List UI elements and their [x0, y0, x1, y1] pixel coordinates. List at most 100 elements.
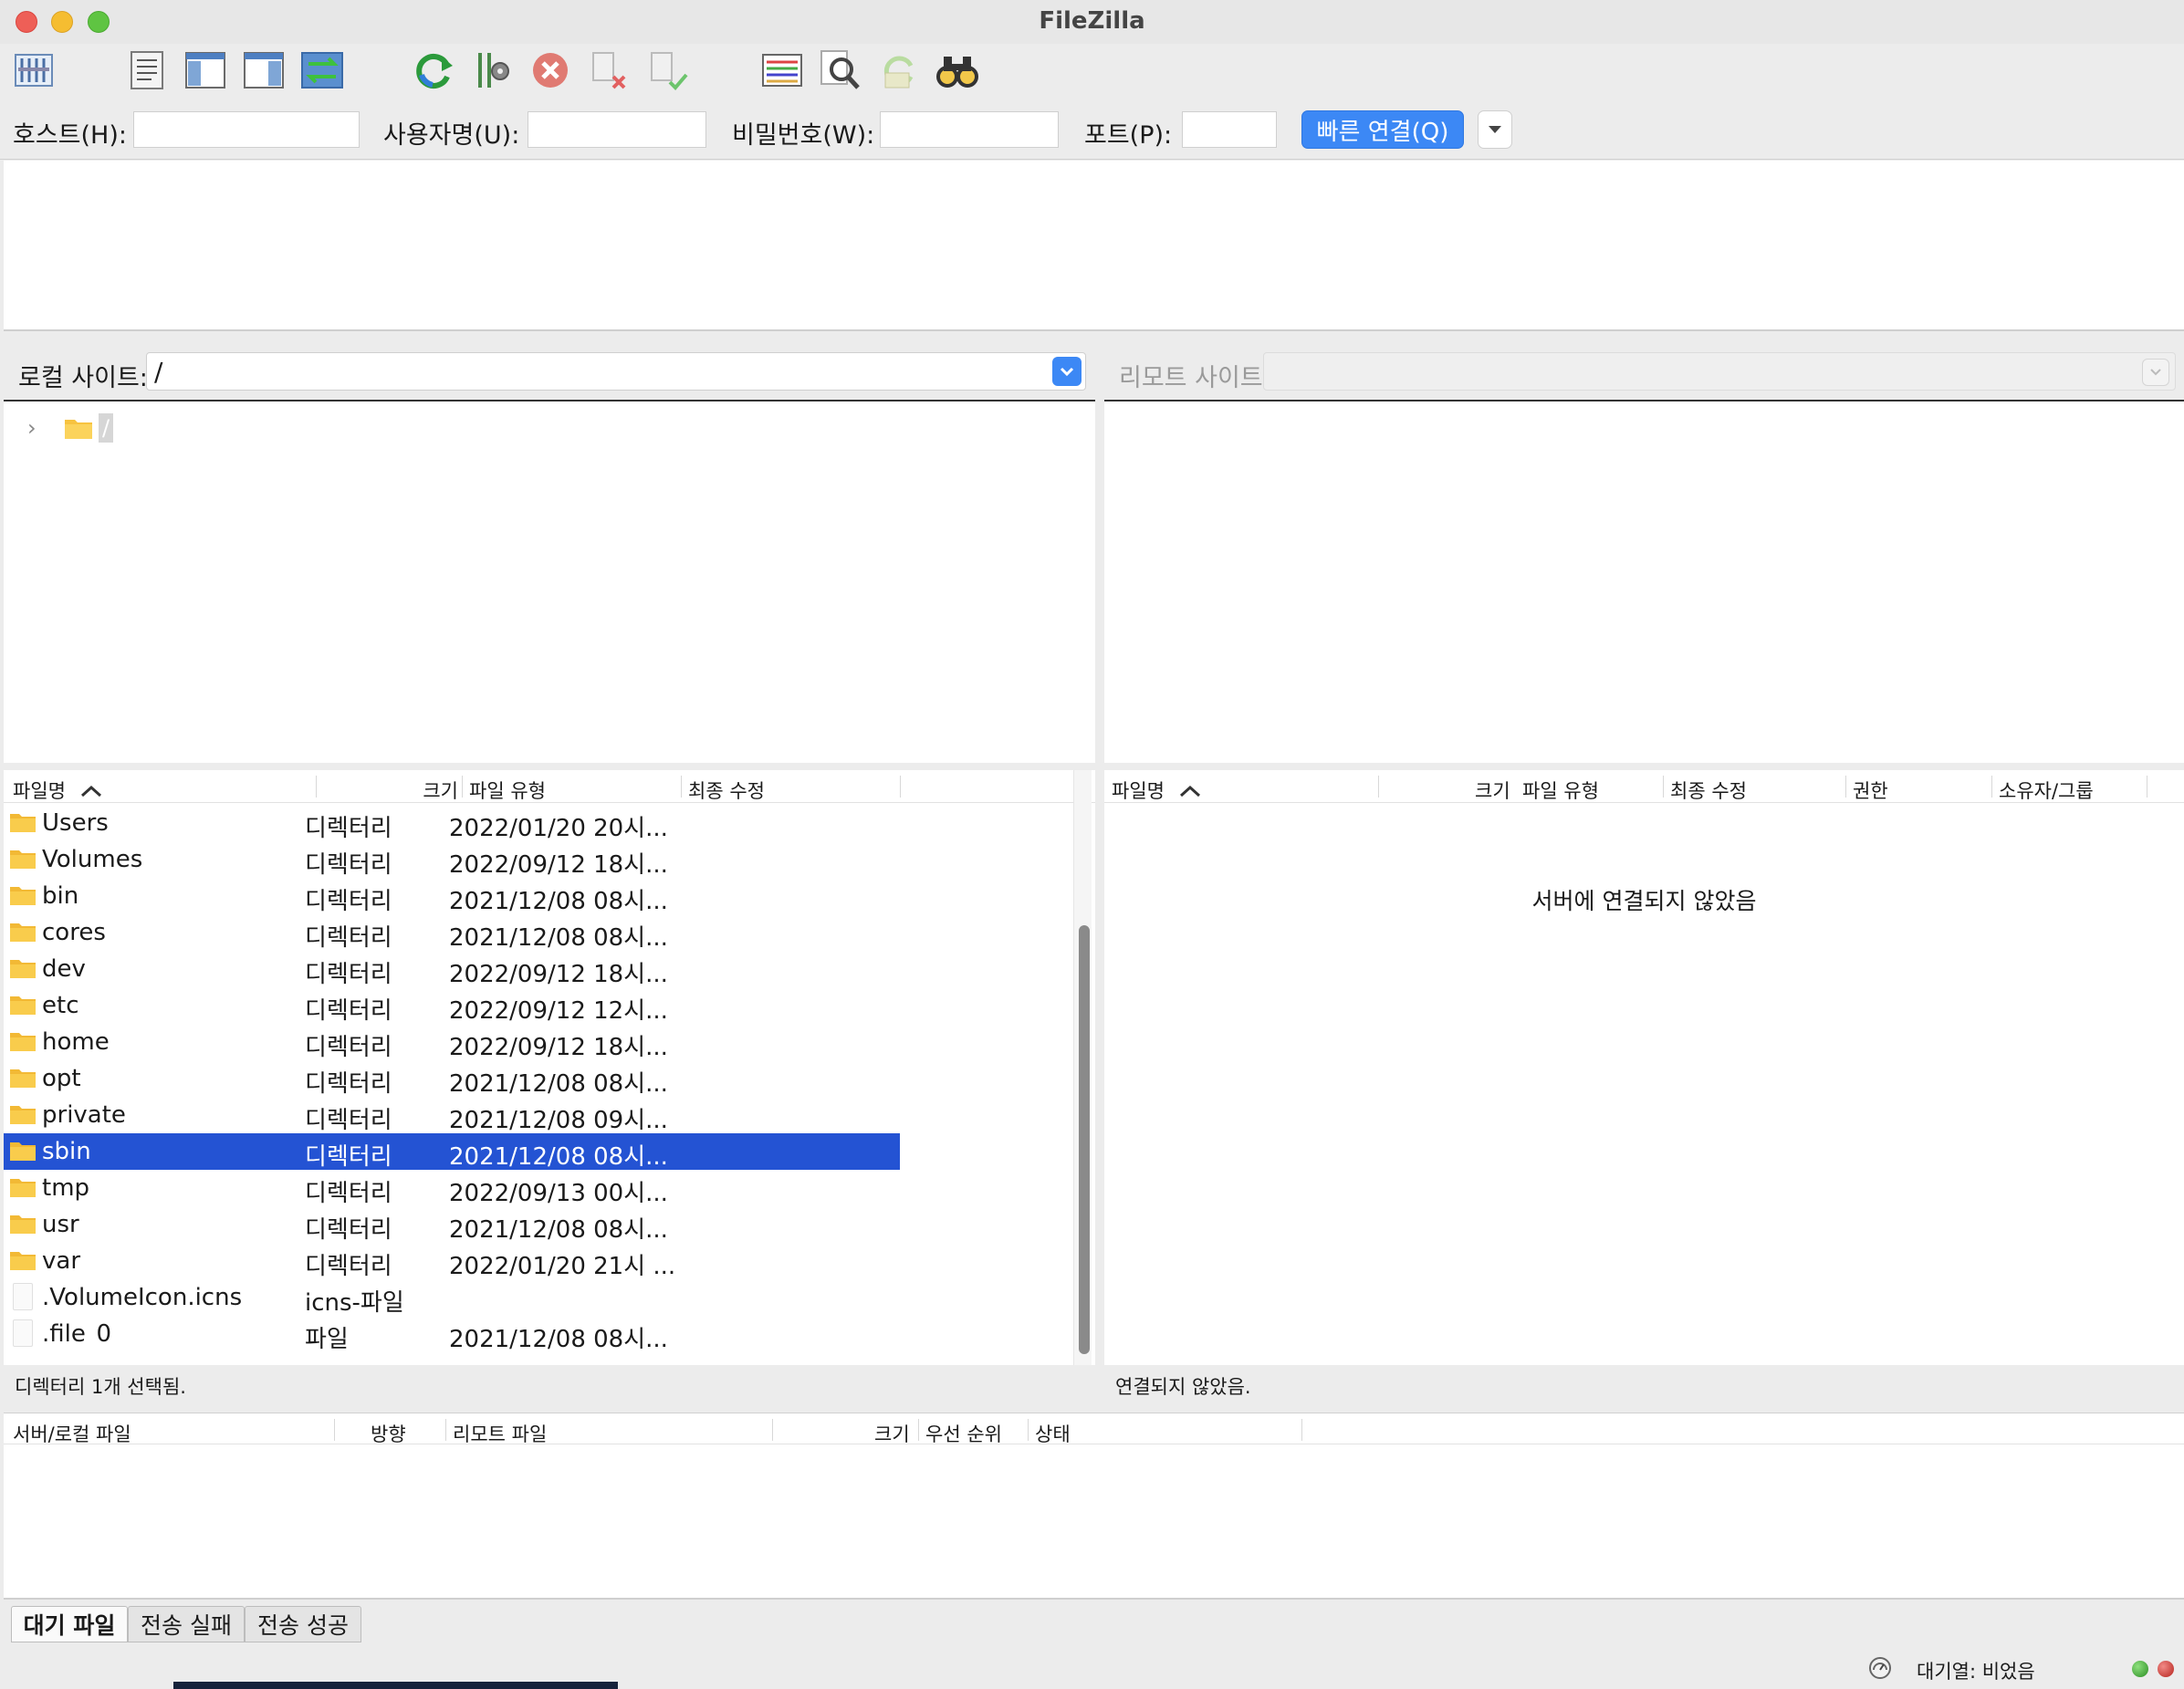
column-name-header[interactable]: 파일명: [1112, 777, 1202, 804]
tab-failed-transfers[interactable]: 전송 실패: [128, 1606, 245, 1642]
file-row[interactable]: Volumes 디렉터리 2022/09/12 18시...: [4, 841, 900, 879]
column-name-header[interactable]: 파일명: [13, 777, 103, 804]
username-input[interactable]: [528, 111, 706, 148]
file-row[interactable]: private 디렉터리 2021/12/08 09시...: [4, 1097, 900, 1134]
message-log-icon[interactable]: [122, 44, 172, 97]
column-modified-header[interactable]: 최종 수정: [688, 777, 765, 804]
file-row[interactable]: bin 디렉터리 2021/12/08 08시...: [4, 878, 900, 915]
toolbar: [0, 44, 2184, 100]
port-input[interactable]: [1182, 111, 1277, 148]
filezilla-window: FileZilla 호스트(H): 사용자명(U): 비밀번호(W): 포트(P…: [0, 0, 2184, 1689]
file-row[interactable]: var 디렉터리 2022/01/20 21시 ...: [4, 1243, 900, 1280]
chevron-down-icon[interactable]: [1052, 357, 1082, 386]
remote-directory-tree[interactable]: [1104, 400, 2184, 763]
queue-column-direction[interactable]: 방향: [371, 1420, 406, 1447]
file-type: icns-파일: [305, 1289, 404, 1317]
local-directory-tree[interactable]: › /: [4, 400, 1095, 763]
column-permissions-header[interactable]: 권한: [1853, 777, 1888, 804]
binoculars-icon[interactable]: [933, 44, 982, 97]
column-size-header[interactable]: 크기: [1475, 777, 1510, 804]
file-type: 디렉터리: [305, 815, 392, 842]
folder-icon: [10, 1215, 36, 1234]
quickconnect-history-button[interactable]: [1478, 110, 1512, 149]
file-modified: 2021/12/08 08시...: [449, 924, 668, 952]
refresh-icon[interactable]: [409, 44, 458, 97]
local-file-scrollbar[interactable]: [1073, 770, 1092, 1365]
sync-browsing-icon[interactable]: [874, 44, 924, 97]
local-selection-status: 디렉터리 1개 선택됨.: [4, 1365, 1095, 1400]
file-type: 디렉터리: [305, 1216, 392, 1244]
file-icon: [13, 1319, 33, 1347]
column-modified-header[interactable]: 최종 수정: [1670, 777, 1747, 804]
column-type-header[interactable]: 파일 유형: [1522, 777, 1599, 804]
folder-icon: [10, 1069, 36, 1088]
search-files-icon[interactable]: [816, 44, 865, 97]
local-site-bar: 로컬 사이트: /: [4, 339, 1095, 400]
queue-column-local-file[interactable]: 서버/로컬 파일: [13, 1420, 131, 1447]
file-name: Volumes: [42, 846, 143, 873]
column-size-header[interactable]: 크기: [423, 777, 458, 804]
column-owner-header[interactable]: 소유자/그룹: [1999, 777, 2094, 804]
username-label: 사용자명(U):: [383, 121, 520, 150]
transfer-queue-icon[interactable]: [298, 44, 347, 97]
transfer-queue[interactable]: 서버/로컬 파일 방향 리모트 파일 크기 우선 순위 상태: [4, 1413, 2184, 1600]
disconnect-icon[interactable]: [584, 44, 633, 97]
folder-icon: [10, 887, 36, 905]
file-size: 0: [96, 1320, 111, 1348]
file-row[interactable]: sbin 디렉터리 2021/12/08 08시...: [4, 1133, 900, 1171]
file-row[interactable]: opt 디렉터리 2021/12/08 08시...: [4, 1060, 900, 1098]
folder-icon: [10, 1033, 36, 1051]
file-modified: 2021/12/08 09시...: [449, 1107, 668, 1134]
tree-node-root[interactable]: › /: [27, 411, 114, 445]
queue-column-priority[interactable]: 우선 순위: [925, 1420, 1002, 1447]
file-row[interactable]: home 디렉터리 2022/09/12 18시...: [4, 1024, 900, 1061]
column-type-header[interactable]: 파일 유형: [469, 777, 546, 804]
file-type: 디렉터리: [305, 851, 392, 879]
file-row[interactable]: .file 0 파일 2021/12/08 08시...: [4, 1316, 900, 1353]
file-row[interactable]: .VolumeIcon.icns icns-파일: [4, 1279, 900, 1317]
file-name: dev: [42, 955, 86, 983]
file-name: bin: [42, 882, 79, 910]
local-tree-icon[interactable]: [181, 44, 230, 97]
host-input[interactable]: [133, 111, 360, 148]
file-name: home: [42, 1028, 110, 1056]
message-log[interactable]: [4, 161, 2184, 331]
remote-file-list[interactable]: 파일명 크기 파일 유형 최종 수정 권한 소유자/그룹 서버에 연결되지 않았…: [1104, 770, 2184, 1365]
cancel-icon[interactable]: [526, 44, 575, 97]
local-path-combobox[interactable]: /: [146, 352, 1086, 391]
tab-successful-transfers[interactable]: 전송 성공: [245, 1606, 361, 1642]
remote-tree-icon[interactable]: [239, 44, 288, 97]
file-row[interactable]: cores 디렉터리 2021/12/08 08시...: [4, 914, 900, 952]
local-file-list[interactable]: 파일명 크기 파일 유형 최종 수정 Users 디렉터리 2022/01/20 2…: [4, 770, 1095, 1365]
queue-column-status[interactable]: 상태: [1035, 1420, 1071, 1447]
file-icon: [13, 1283, 33, 1310]
speed-limit-icon[interactable]: [1867, 1655, 1893, 1681]
queue-column-remote-file[interactable]: 리모트 파일: [453, 1420, 547, 1447]
file-row[interactable]: dev 디렉터리 2022/09/12 18시...: [4, 951, 900, 988]
file-modified: 2021/12/08 08시...: [449, 1326, 668, 1353]
scrollbar-thumb[interactable]: [1079, 925, 1090, 1354]
filename-filter-icon[interactable]: [758, 44, 807, 97]
file-row[interactable]: etc 디렉터리 2022/09/12 12시...: [4, 987, 900, 1025]
file-row[interactable]: Users 디렉터리 2022/01/20 20시...: [4, 805, 900, 842]
reconnect-icon[interactable]: [643, 44, 692, 97]
file-name: var: [42, 1247, 81, 1275]
folder-icon: [10, 1179, 36, 1197]
password-label: 비밀번호(W):: [732, 121, 875, 150]
quickconnect-bar: 호스트(H): 사용자명(U): 비밀번호(W): 포트(P): 빠른 연결(Q…: [0, 100, 2184, 160]
folder-icon: [10, 1106, 36, 1124]
file-modified: 2022/01/20 20시...: [449, 815, 668, 842]
process-queue-icon[interactable]: [467, 44, 517, 97]
site-manager-icon[interactable]: [9, 44, 58, 97]
tab-queued-files[interactable]: 대기 파일: [11, 1606, 128, 1642]
queue-column-size[interactable]: 크기: [874, 1420, 910, 1447]
chevron-right-icon[interactable]: ›: [27, 415, 64, 441]
file-row[interactable]: tmp 디렉터리 2022/09/13 00시...: [4, 1170, 900, 1207]
file-name: tmp: [42, 1174, 90, 1202]
file-row[interactable]: usr 디렉터리 2021/12/08 08시...: [4, 1206, 900, 1244]
file-type: 디렉터리: [305, 1180, 392, 1207]
password-input[interactable]: [880, 111, 1059, 148]
quickconnect-button[interactable]: 빠른 연결(Q): [1301, 110, 1464, 149]
file-type: 디렉터리: [305, 1253, 392, 1280]
file-type: 디렉터리: [305, 888, 392, 915]
